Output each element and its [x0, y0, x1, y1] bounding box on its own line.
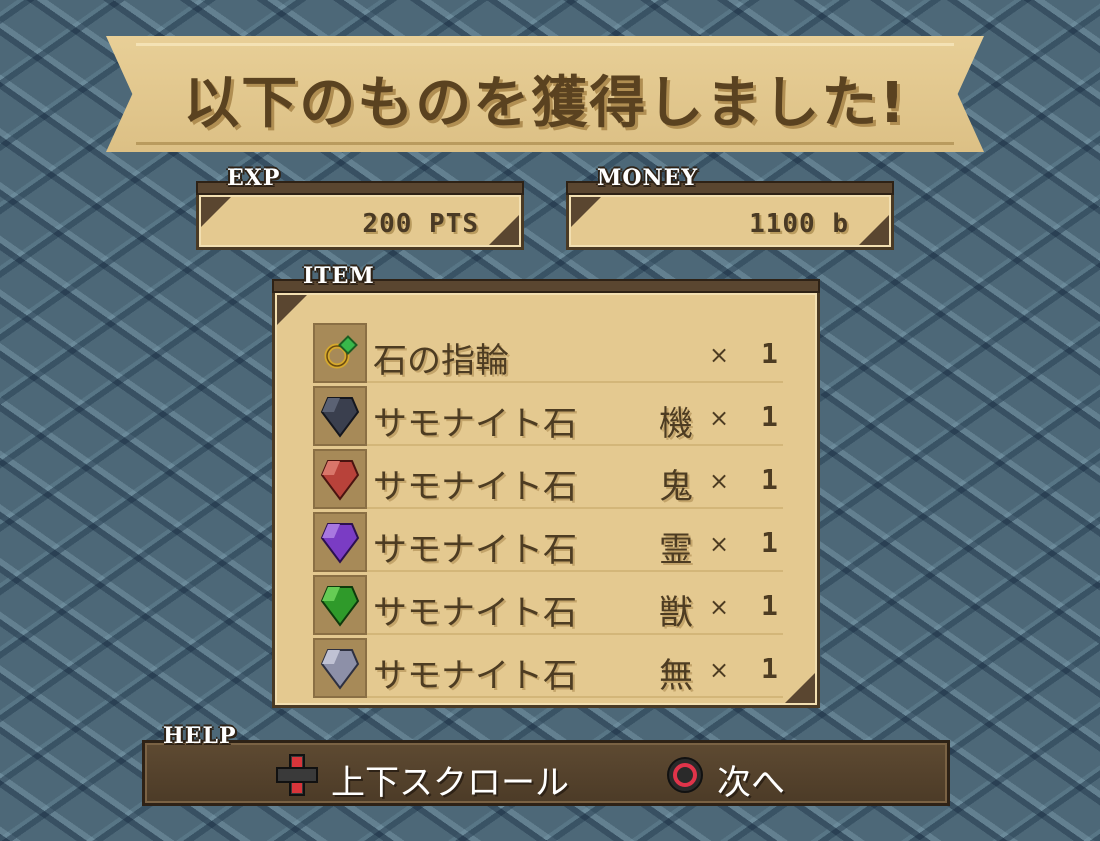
- help-bar: HELP 上下スクロール 次へ: [142, 723, 950, 806]
- corner-ornament: [859, 215, 889, 245]
- item-row[interactable]: サモナイト石 鬼 × 1: [313, 449, 783, 509]
- corner-ornament: [785, 673, 815, 703]
- item-quantity: 1: [761, 589, 778, 622]
- ring-icon: [313, 323, 367, 383]
- banner-title: 以下のものを獲得しました!: [183, 71, 907, 136]
- item-quantity: 1: [761, 652, 778, 685]
- red-gem-icon: [313, 449, 367, 509]
- item-times-sign: ×: [709, 593, 730, 621]
- circle-button-icon: [667, 757, 703, 793]
- item-name: サモナイト石: [373, 467, 577, 507]
- item-row[interactable]: サモナイト石 獣 × 1: [313, 575, 783, 635]
- item-quantity: 1: [761, 526, 778, 559]
- item-times-sign: ×: [709, 656, 730, 684]
- exp-panel: EXP 200 PTS: [196, 165, 524, 250]
- item-quantity: 1: [761, 400, 778, 433]
- item-row[interactable]: サモナイト石 無 × 1: [313, 638, 783, 698]
- exp-label: EXP: [227, 165, 281, 191]
- item-row[interactable]: 石の指輪 × 1: [313, 323, 783, 383]
- corner-ornament: [571, 197, 601, 227]
- item-name: サモナイト石: [373, 404, 577, 444]
- item-attribute: 機: [659, 404, 693, 444]
- item-label: ITEM: [303, 263, 375, 289]
- item-quantity: 1: [761, 337, 778, 370]
- item-times-sign: ×: [709, 341, 730, 369]
- purple-gem-icon: [313, 512, 367, 572]
- money-panel: MONEY 1100 b: [566, 165, 894, 250]
- green-gem-icon: [313, 575, 367, 635]
- corner-ornament: [201, 197, 231, 227]
- item-row[interactable]: サモナイト石 機 × 1: [313, 386, 783, 446]
- item-name: サモナイト石: [373, 530, 577, 570]
- item-quantity: 1: [761, 463, 778, 496]
- help-label: HELP: [163, 723, 237, 749]
- item-attribute: 獣: [659, 593, 693, 633]
- corner-ornament: [489, 215, 519, 245]
- item-attribute: 無: [659, 656, 693, 696]
- black-gem-icon: [313, 386, 367, 446]
- item-name: サモナイト石: [373, 656, 577, 696]
- money-value: 1100 b: [749, 209, 849, 239]
- next-hint: 次へ: [717, 763, 785, 803]
- result-banner: 以下のものを獲得しました!: [106, 36, 984, 152]
- scroll-hint: 上下スクロール: [331, 763, 569, 803]
- item-name: サモナイト石: [373, 593, 577, 633]
- item-attribute: 鬼: [659, 467, 693, 507]
- item-times-sign: ×: [709, 530, 730, 558]
- item-times-sign: ×: [709, 404, 730, 432]
- item-row[interactable]: サモナイト石 霊 × 1: [313, 512, 783, 572]
- item-times-sign: ×: [709, 467, 730, 495]
- gray-gem-icon: [313, 638, 367, 698]
- item-attribute: 霊: [659, 530, 693, 570]
- dpad-icon: [276, 754, 318, 796]
- exp-value: 200 PTS: [362, 209, 479, 239]
- corner-ornament: [277, 295, 307, 325]
- money-label: MONEY: [597, 165, 699, 191]
- item-name: 石の指輪: [373, 341, 509, 381]
- item-panel[interactable]: ITEM 石の指輪 × 1 サモナイト石 機 × 1 サモナイト石 鬼 × 1 …: [272, 263, 820, 708]
